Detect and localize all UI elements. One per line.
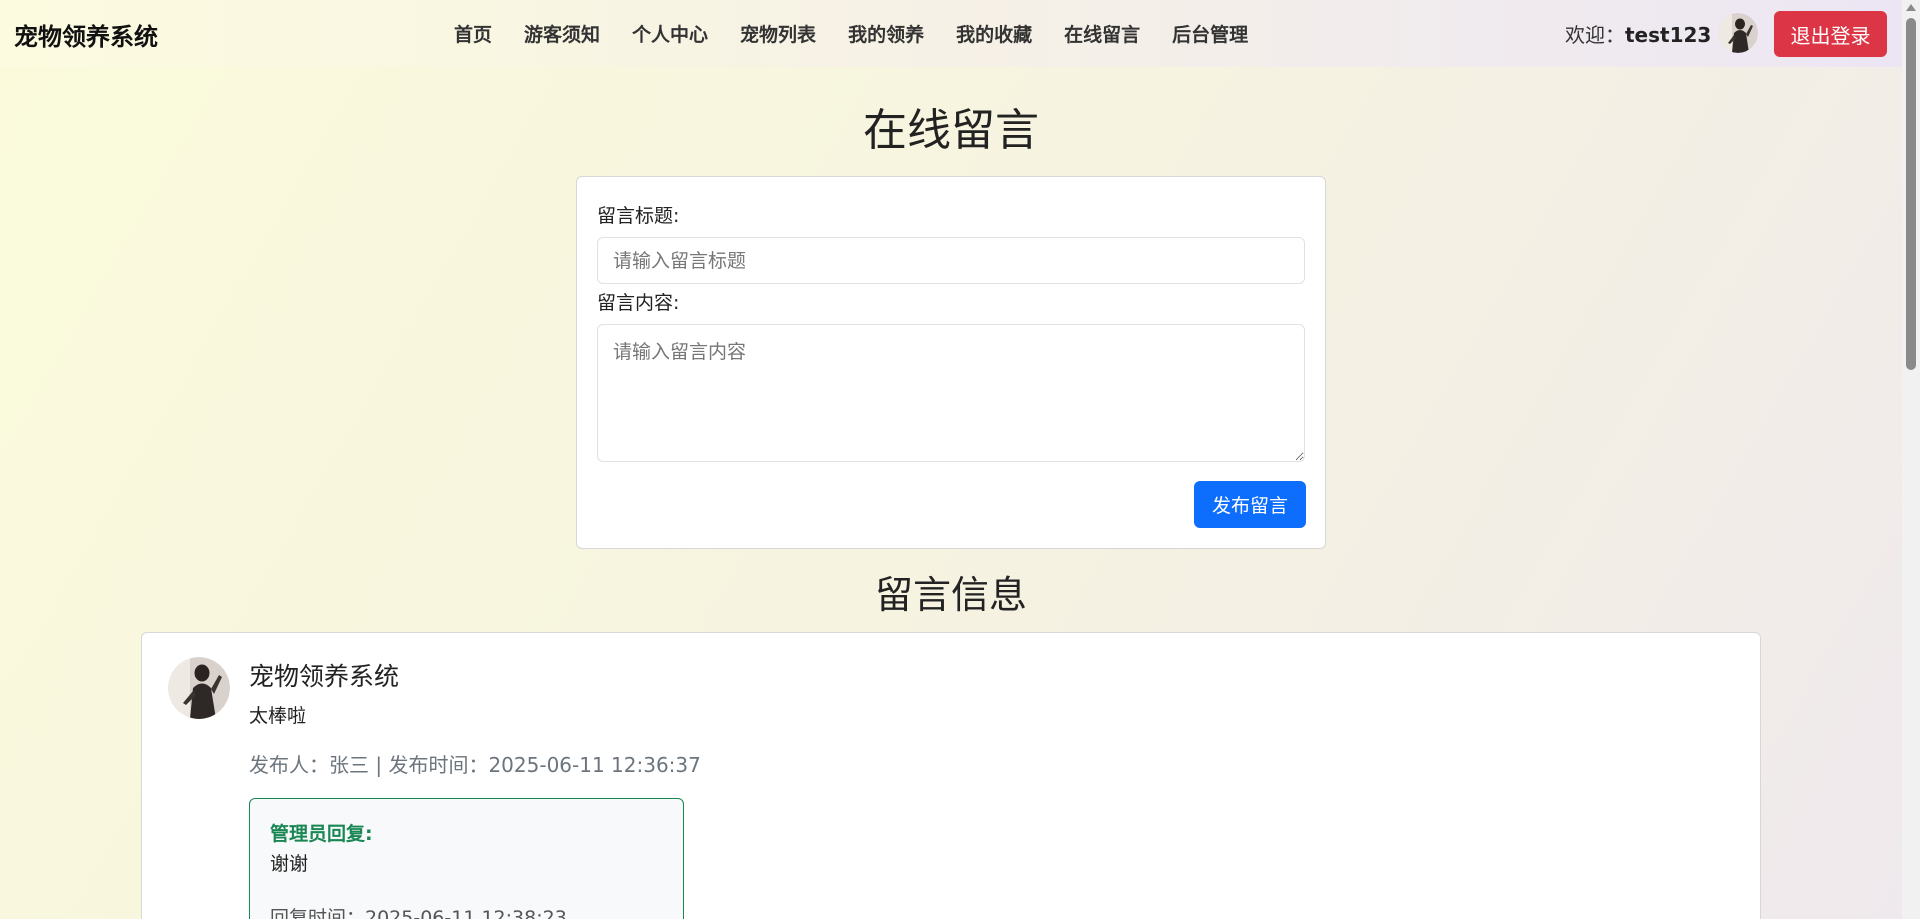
message-content: 太棒啦 xyxy=(249,705,307,727)
section-title: 留言信息 xyxy=(874,573,1027,617)
reply-label: 管理员回复: xyxy=(270,823,373,845)
nav-links: 首页 游客须知 个人中心 宠物列表 我的领养 我的收藏 在线留言 后台管理 xyxy=(454,20,1280,47)
admin-reply-box: 管理员回复: 谢谢 回复时间：2025-06-11 12:38:23 xyxy=(249,798,684,919)
logout-button[interactable]: 退出登录 xyxy=(1774,11,1887,57)
user-avatar-icon[interactable] xyxy=(1718,13,1758,53)
reply-text: 谢谢 xyxy=(270,853,309,875)
content-label: 留言内容: xyxy=(597,292,680,314)
page-scrollbar[interactable] xyxy=(1902,0,1920,919)
content-textarea[interactable] xyxy=(597,324,1305,462)
title-label: 留言标题: xyxy=(597,205,680,227)
nav-link-admin[interactable]: 后台管理 xyxy=(1172,20,1248,47)
username: test123 xyxy=(1625,23,1712,47)
nav-link-profile[interactable]: 个人中心 xyxy=(632,20,708,47)
message-card: 宠物领养系统 太棒啦 发布人：张三 | 发布时间：2025-06-11 12:3… xyxy=(141,632,1761,919)
welcome-text: 欢迎：test123 xyxy=(1565,19,1711,48)
nav-link-pet-list[interactable]: 宠物列表 xyxy=(740,20,816,47)
nav-link-visitor-notice[interactable]: 游客须知 xyxy=(524,20,600,47)
message-form: 留言标题: 留言内容: 发布留言 xyxy=(576,176,1326,549)
scrollbar-thumb[interactable] xyxy=(1906,18,1916,370)
page-title: 在线留言 xyxy=(863,105,1039,156)
nav-link-messages[interactable]: 在线留言 xyxy=(1064,20,1140,47)
scroll-up-icon[interactable] xyxy=(1906,4,1916,11)
nav-link-home[interactable]: 首页 xyxy=(454,20,492,47)
nav-link-my-adoptions[interactable]: 我的领养 xyxy=(848,20,924,47)
brand-logo[interactable]: 宠物领养系统 xyxy=(14,17,158,52)
reply-time: 回复时间：2025-06-11 12:38:23 xyxy=(270,907,567,919)
navbar: 宠物领养系统 首页 游客须知 个人中心 宠物列表 我的领养 我的收藏 在线留言 … xyxy=(0,0,1902,67)
nav-link-my-favorites[interactable]: 我的收藏 xyxy=(956,20,1032,47)
welcome-prefix: 欢迎： xyxy=(1565,23,1625,47)
message-title: 宠物领养系统 xyxy=(249,662,400,691)
title-input[interactable] xyxy=(597,237,1305,284)
message-meta: 发布人：张三 | 发布时间：2025-06-11 12:36:37 xyxy=(249,753,701,777)
publish-button[interactable]: 发布留言 xyxy=(1194,481,1306,528)
poster-avatar-icon xyxy=(168,657,230,719)
